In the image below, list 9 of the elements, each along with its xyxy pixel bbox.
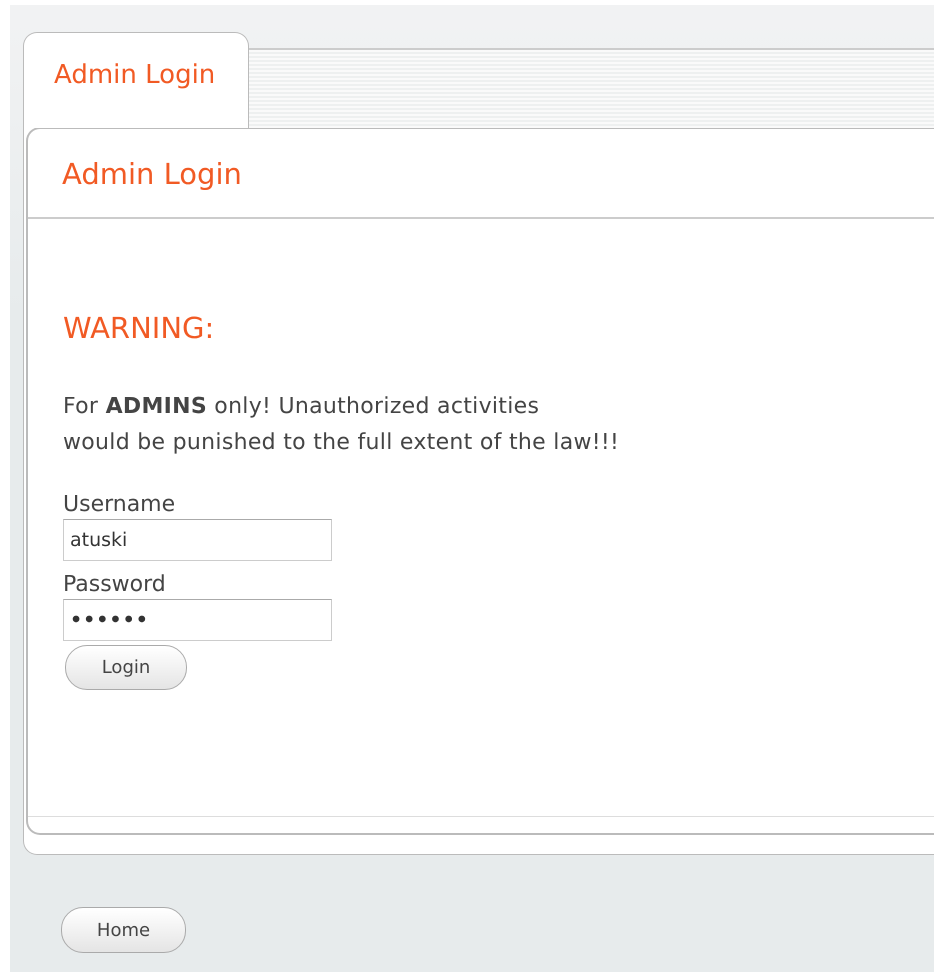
password-field[interactable]: •••••• [63, 599, 332, 641]
username-field[interactable]: atuski [63, 519, 332, 561]
warning-message: For ADMINS only! Unauthorized activities would be punished to the full extent of the law!!! [63, 393, 620, 457]
warning-heading: WARNING: [63, 311, 214, 345]
home-button[interactable]: Home [61, 907, 186, 953]
login-button[interactable]: Login [65, 645, 187, 690]
panel-title: Admin Login [28, 129, 934, 219]
field-label: Username [63, 491, 176, 519]
field-label: Password [63, 571, 167, 599]
